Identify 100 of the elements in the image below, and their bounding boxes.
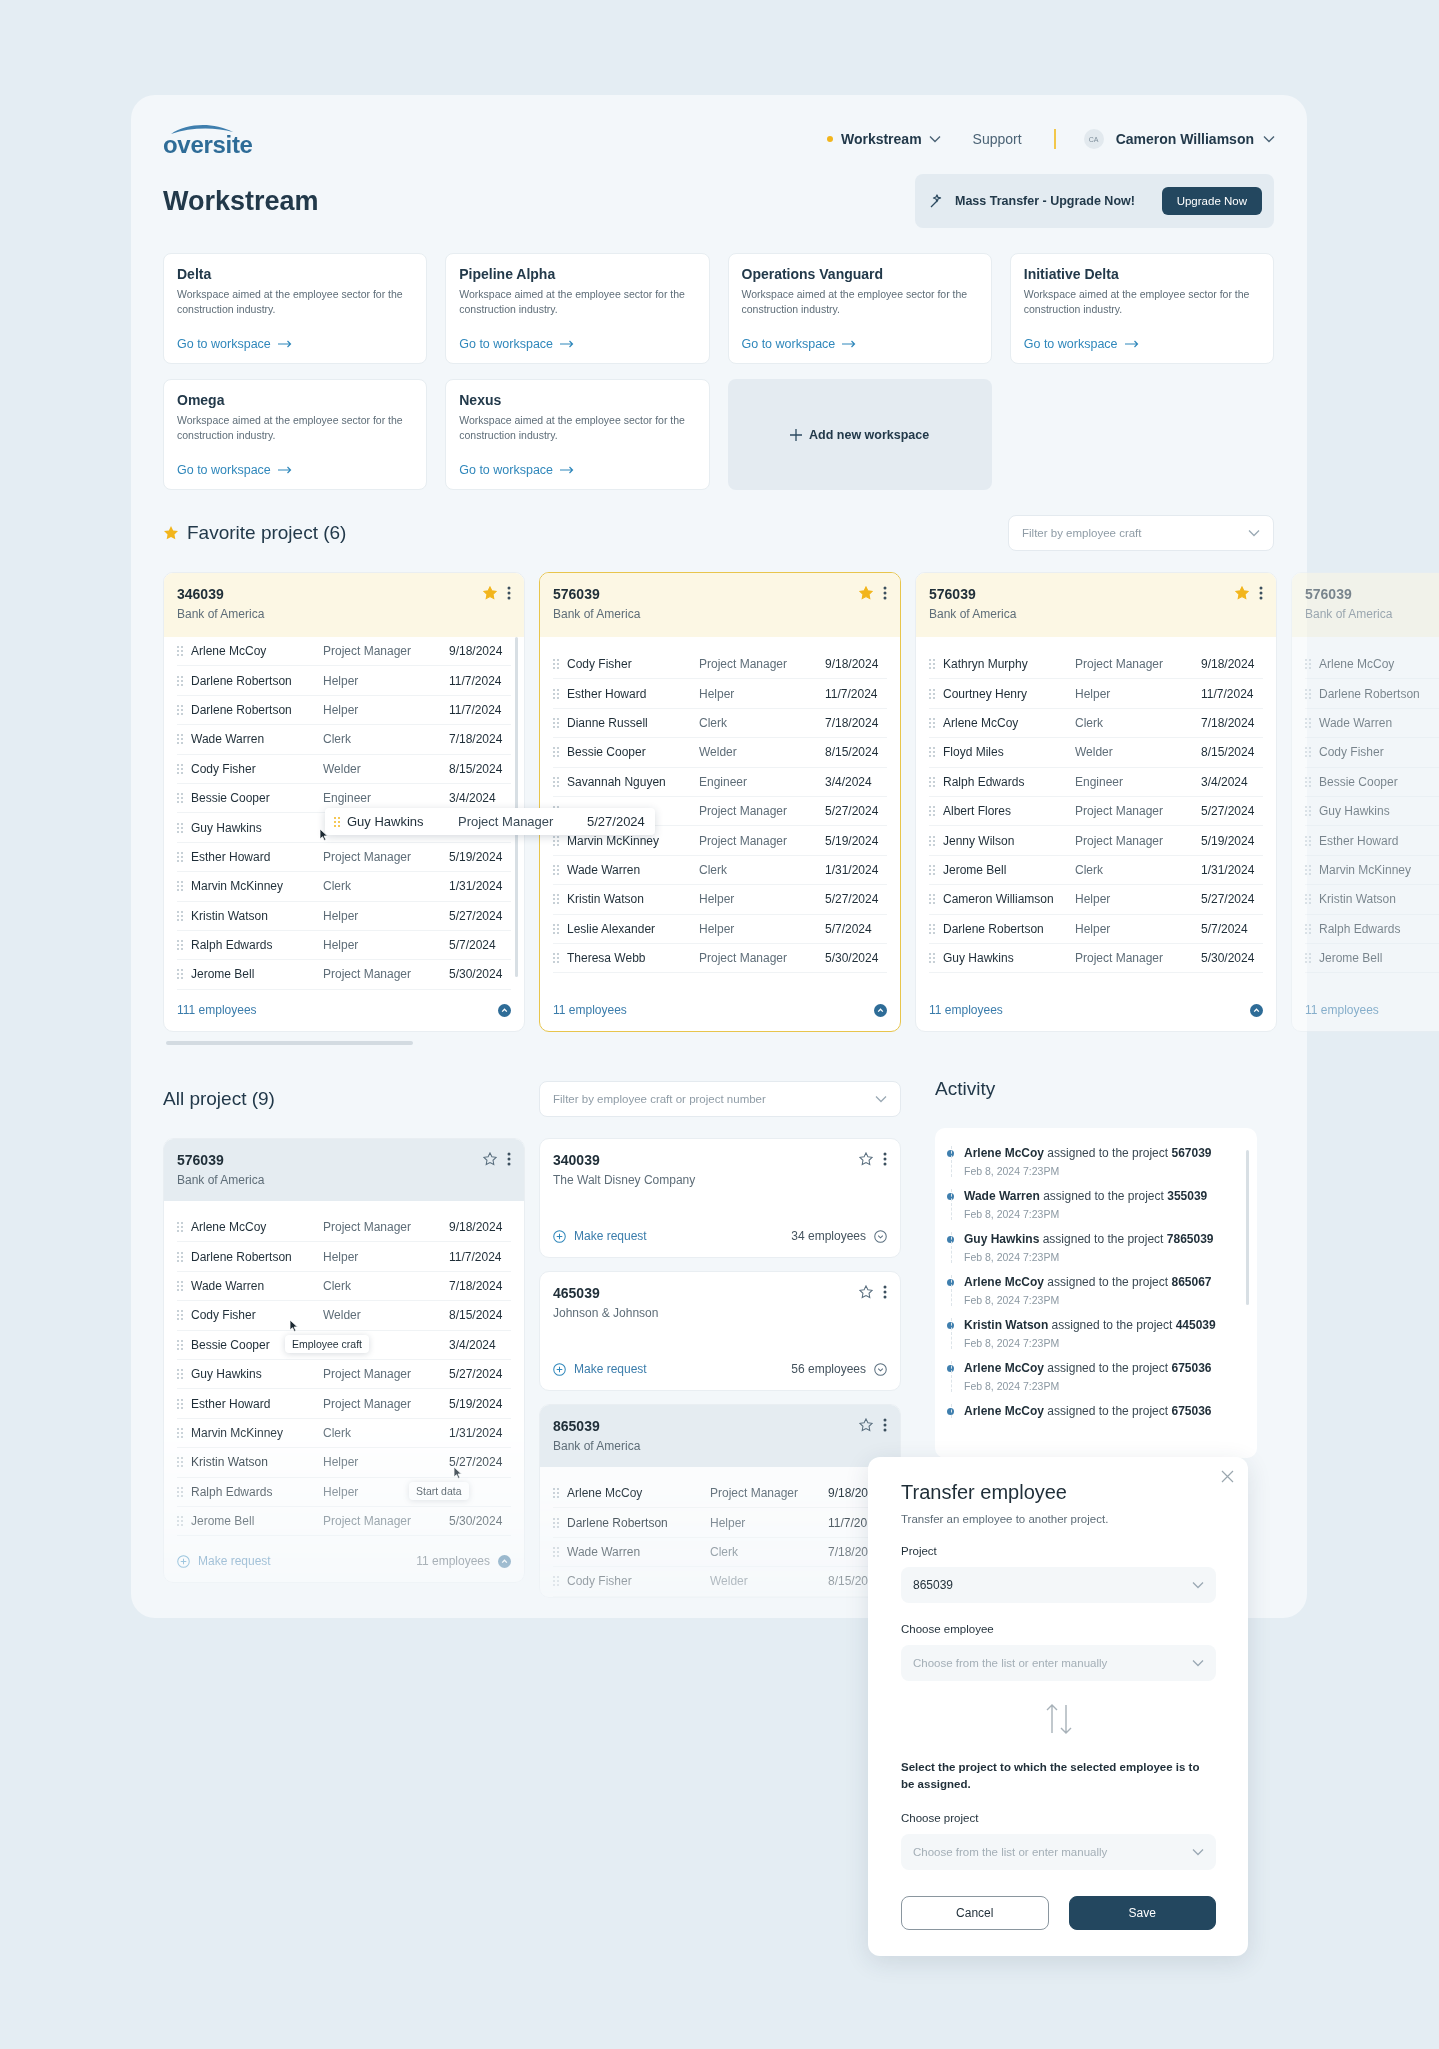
drag-handle-icon[interactable] xyxy=(1305,953,1311,964)
select-field[interactable]: 865039 xyxy=(901,1567,1216,1603)
drag-handle-icon[interactable] xyxy=(929,835,935,846)
drag-handle-icon[interactable] xyxy=(177,1339,183,1350)
drag-handle-icon[interactable] xyxy=(177,940,183,951)
drag-handle-icon[interactable] xyxy=(177,1310,183,1321)
close-icon[interactable] xyxy=(1221,1470,1234,1483)
star-icon[interactable] xyxy=(859,1418,873,1432)
drag-handle-icon[interactable] xyxy=(929,747,935,758)
star-icon[interactable] xyxy=(483,1152,497,1166)
drag-handle-icon[interactable] xyxy=(1305,747,1311,758)
drag-handle-icon[interactable] xyxy=(177,1486,183,1497)
drag-handle-icon[interactable] xyxy=(553,659,559,670)
drag-handle-icon[interactable] xyxy=(177,675,183,686)
drag-handle-icon[interactable] xyxy=(553,1517,559,1528)
drag-handle-icon[interactable] xyxy=(1305,659,1311,670)
drag-handle-icon[interactable] xyxy=(177,1280,183,1291)
drag-handle-icon[interactable] xyxy=(177,1427,183,1438)
star-icon[interactable] xyxy=(859,1152,873,1166)
more-icon[interactable] xyxy=(1259,586,1263,600)
star-icon[interactable] xyxy=(859,586,873,600)
drag-handle-icon[interactable] xyxy=(177,969,183,980)
cancel-button[interactable]: Cancel xyxy=(901,1896,1049,1931)
drag-handle-icon[interactable] xyxy=(1305,717,1311,728)
drag-handle-icon[interactable] xyxy=(929,953,935,964)
filter-dropdown[interactable]: Filter by employee craft xyxy=(1008,515,1274,551)
drag-handle-icon[interactable] xyxy=(177,793,183,804)
drag-handle-icon[interactable] xyxy=(177,1457,183,1468)
go-to-workspace-link[interactable]: Go to workspace xyxy=(1023,337,1260,351)
drag-handle-icon[interactable] xyxy=(177,1222,183,1233)
drag-handle-icon[interactable] xyxy=(929,717,935,728)
save-button[interactable]: Save xyxy=(1068,1896,1216,1931)
more-icon[interactable] xyxy=(883,1285,887,1299)
make-request-link[interactable]: Make request xyxy=(553,1229,647,1243)
go-to-workspace-link[interactable]: Go to workspace xyxy=(459,337,696,351)
more-icon[interactable] xyxy=(883,586,887,600)
drag-handle-icon[interactable] xyxy=(177,704,183,715)
drag-handle-icon[interactable] xyxy=(1305,864,1311,875)
more-icon[interactable] xyxy=(507,586,511,600)
drag-handle-icon[interactable] xyxy=(177,822,183,833)
drag-handle-icon[interactable] xyxy=(929,864,935,875)
drag-handle-icon[interactable] xyxy=(553,953,559,964)
go-to-workspace-link[interactable]: Go to workspace xyxy=(741,337,978,351)
nav-item[interactable]: Workstream xyxy=(826,131,941,147)
drag-handle-icon[interactable] xyxy=(553,894,559,905)
drag-handle-icon[interactable] xyxy=(177,1369,183,1380)
drag-handle-icon[interactable] xyxy=(553,747,559,758)
employee-count[interactable]: 111 employees xyxy=(177,1003,257,1017)
drag-handle-icon[interactable] xyxy=(553,1546,559,1557)
drag-handle-icon[interactable] xyxy=(177,1251,183,1262)
go-to-workspace-link[interactable]: Go to workspace xyxy=(459,463,696,477)
drag-handle-icon[interactable] xyxy=(1305,776,1311,787)
add-workspace-button[interactable]: Add new workspace xyxy=(727,379,992,490)
drag-handle-icon[interactable] xyxy=(1305,688,1311,699)
star-icon[interactable] xyxy=(483,586,497,600)
scrollbar[interactable] xyxy=(166,1041,413,1045)
drag-handle-icon[interactable] xyxy=(177,851,183,862)
drag-handle-icon[interactable] xyxy=(1305,894,1311,905)
more-icon[interactable] xyxy=(883,1152,887,1166)
drag-handle-icon[interactable] xyxy=(177,1398,183,1409)
drag-handle-icon[interactable] xyxy=(929,894,935,905)
nav-item[interactable]: Support xyxy=(972,131,1022,147)
drag-handle-icon[interactable] xyxy=(177,646,183,657)
drag-handle-icon[interactable] xyxy=(553,776,559,787)
collapse-icon[interactable] xyxy=(874,1003,887,1017)
scrollbar[interactable] xyxy=(1246,1150,1249,1305)
more-icon[interactable] xyxy=(507,1152,511,1166)
collapse-icon[interactable] xyxy=(1250,1003,1263,1017)
drag-handle-icon[interactable] xyxy=(553,835,559,846)
upgrade-button[interactable]: Upgrade Now xyxy=(1161,187,1262,215)
drag-handle-icon[interactable] xyxy=(1305,923,1311,934)
drag-handle-icon[interactable] xyxy=(929,923,935,934)
drag-handle-icon[interactable] xyxy=(334,816,340,827)
go-to-workspace-link[interactable]: Go to workspace xyxy=(177,463,414,477)
star-icon[interactable] xyxy=(1235,586,1249,600)
drag-handle-icon[interactable] xyxy=(177,763,183,774)
drag-handle-icon[interactable] xyxy=(929,659,935,670)
expand-icon[interactable] xyxy=(874,1229,887,1243)
drag-handle-icon[interactable] xyxy=(553,923,559,934)
drag-handle-icon[interactable] xyxy=(553,1488,559,1499)
collapse-icon[interactable] xyxy=(498,1003,511,1017)
drag-handle-icon[interactable] xyxy=(553,1576,559,1587)
drag-handle-icon[interactable] xyxy=(929,688,935,699)
drag-handle-icon[interactable] xyxy=(929,776,935,787)
expand-icon[interactable] xyxy=(874,1362,887,1376)
drag-handle-icon[interactable] xyxy=(929,806,935,817)
drag-handle-icon[interactable] xyxy=(1305,806,1311,817)
drag-handle-icon[interactable] xyxy=(177,881,183,892)
star-icon[interactable] xyxy=(859,1285,873,1299)
drag-handle-icon[interactable] xyxy=(553,864,559,875)
drag-handle-icon[interactable] xyxy=(177,734,183,745)
drag-handle-icon[interactable] xyxy=(553,717,559,728)
employee-count[interactable]: 11 employees xyxy=(929,1003,1003,1017)
make-request-link[interactable]: Make request xyxy=(553,1362,647,1376)
filter-dropdown[interactable]: Filter by employee craft or project number xyxy=(539,1081,901,1117)
drag-handle-icon[interactable] xyxy=(1305,835,1311,846)
user-menu[interactable]: Cameron Williamson xyxy=(1115,131,1275,147)
employee-count[interactable]: 11 employees xyxy=(553,1003,627,1017)
more-icon[interactable] xyxy=(883,1418,887,1432)
drag-handle-icon[interactable] xyxy=(177,910,183,921)
